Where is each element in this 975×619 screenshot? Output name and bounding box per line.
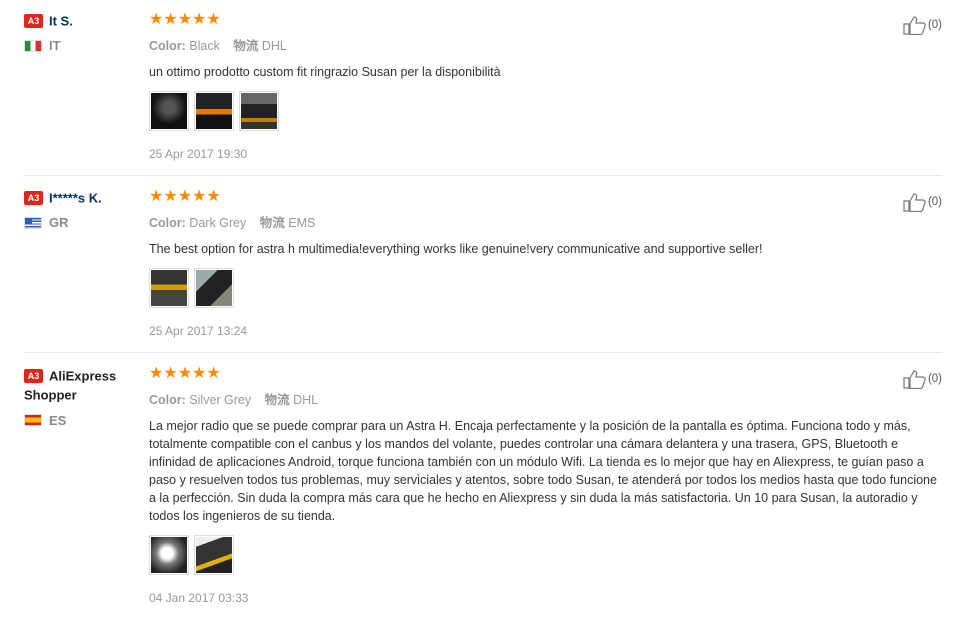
review-body: ★★★★★ Color: Black 物流 DHL un ottimo prod…: [149, 12, 939, 161]
review-photos: [149, 268, 939, 308]
logistics-label: 物流: [233, 39, 259, 53]
star-rating: ★★★★★: [149, 365, 221, 382]
logistics-label: 物流: [264, 393, 290, 407]
review-attributes: Color: Silver Grey 物流 DHL: [149, 389, 939, 408]
greece-flag-icon: [24, 216, 42, 229]
logistics-value: EMS: [288, 216, 316, 230]
logistics-value: DHL: [261, 39, 287, 53]
logistics-label: 物流: [259, 216, 285, 230]
reviewer-info: A3 AliExpress Shopper ES: [24, 366, 142, 428]
review-date: 25 Apr 2017 19:30: [149, 147, 248, 161]
review-attributes: Color: Black 物流 DHL: [149, 35, 939, 54]
buyer-level-badge: A3: [24, 368, 43, 383]
review-photos: [149, 535, 939, 575]
spain-flag-icon: [24, 414, 42, 427]
like-count: (0): [927, 19, 942, 31]
like-count: (0): [927, 373, 942, 385]
color-label: Color:: [149, 393, 186, 407]
star-rating: ★★★★★: [149, 188, 221, 205]
logistics-value: DHL: [293, 393, 319, 407]
review-photos: [149, 91, 939, 131]
reviewer-name[interactable]: I*****s K.: [49, 190, 102, 205]
review-item: A3 It S. IT ★★★★★ Color: Black 物流 DHL un …: [24, 12, 942, 176]
review-body: ★★★★★ Color: Silver Grey 物流 DHL La mejor…: [149, 366, 939, 605]
review-photo-thumbnail[interactable]: [239, 91, 279, 131]
color-value: Black: [189, 39, 220, 53]
review-text: un ottimo prodotto custom fit ringrazio …: [149, 65, 501, 79]
like-button[interactable]: (0): [903, 369, 942, 389]
review-photo-thumbnail[interactable]: [149, 535, 189, 575]
color-label: Color:: [149, 216, 186, 230]
country-code: IT: [49, 38, 61, 53]
review-attributes: Color: Dark Grey 物流 EMS: [149, 212, 939, 231]
review-date: 25 Apr 2017 13:24: [149, 324, 248, 338]
thumbs-up-icon: [903, 16, 926, 35]
review-photo-thumbnail[interactable]: [194, 535, 234, 575]
country-code: GR: [49, 215, 69, 230]
reviewer-country: IT: [24, 38, 142, 53]
review-photo-thumbnail[interactable]: [149, 268, 189, 308]
buyer-level-badge: A3: [24, 190, 43, 205]
review-text: The best option for astra h multimedia!e…: [149, 242, 763, 256]
star-rating: ★★★★★: [149, 11, 221, 28]
reviewer-country: ES: [24, 413, 142, 428]
review-item: A3 AliExpress Shopper ES ★★★★★ Color: Sil…: [24, 366, 942, 606]
thumbs-up-icon: [903, 370, 926, 389]
color-label: Color:: [149, 39, 186, 53]
reviewer-info: A3 I*****s K. GR: [24, 189, 142, 230]
thumbs-up-icon: [903, 193, 926, 212]
italy-flag-icon: [24, 39, 42, 52]
review-text: La mejor radio que se puede comprar para…: [149, 419, 937, 523]
color-value: Silver Grey: [189, 393, 252, 407]
review-photo-thumbnail[interactable]: [194, 268, 234, 308]
review-date: 04 Jan 2017 03:33: [149, 591, 249, 605]
reviewer-info: A3 It S. IT: [24, 12, 142, 53]
like-count: (0): [927, 196, 942, 208]
color-value: Dark Grey: [189, 216, 247, 230]
buyer-level-badge: A3: [24, 13, 43, 28]
reviewer-country: GR: [24, 215, 142, 230]
review-photo-thumbnail[interactable]: [194, 91, 234, 131]
review-body: ★★★★★ Color: Dark Grey 物流 EMS The best o…: [149, 189, 939, 338]
review-photo-thumbnail[interactable]: [149, 91, 189, 131]
review-item: A3 I*****s K. GR ★★★★★ Color: Dark Grey 物…: [24, 189, 942, 353]
country-code: ES: [49, 412, 67, 428]
reviewer-name[interactable]: It S.: [49, 13, 73, 28]
like-button[interactable]: (0): [903, 15, 942, 35]
like-button[interactable]: (0): [903, 192, 942, 212]
